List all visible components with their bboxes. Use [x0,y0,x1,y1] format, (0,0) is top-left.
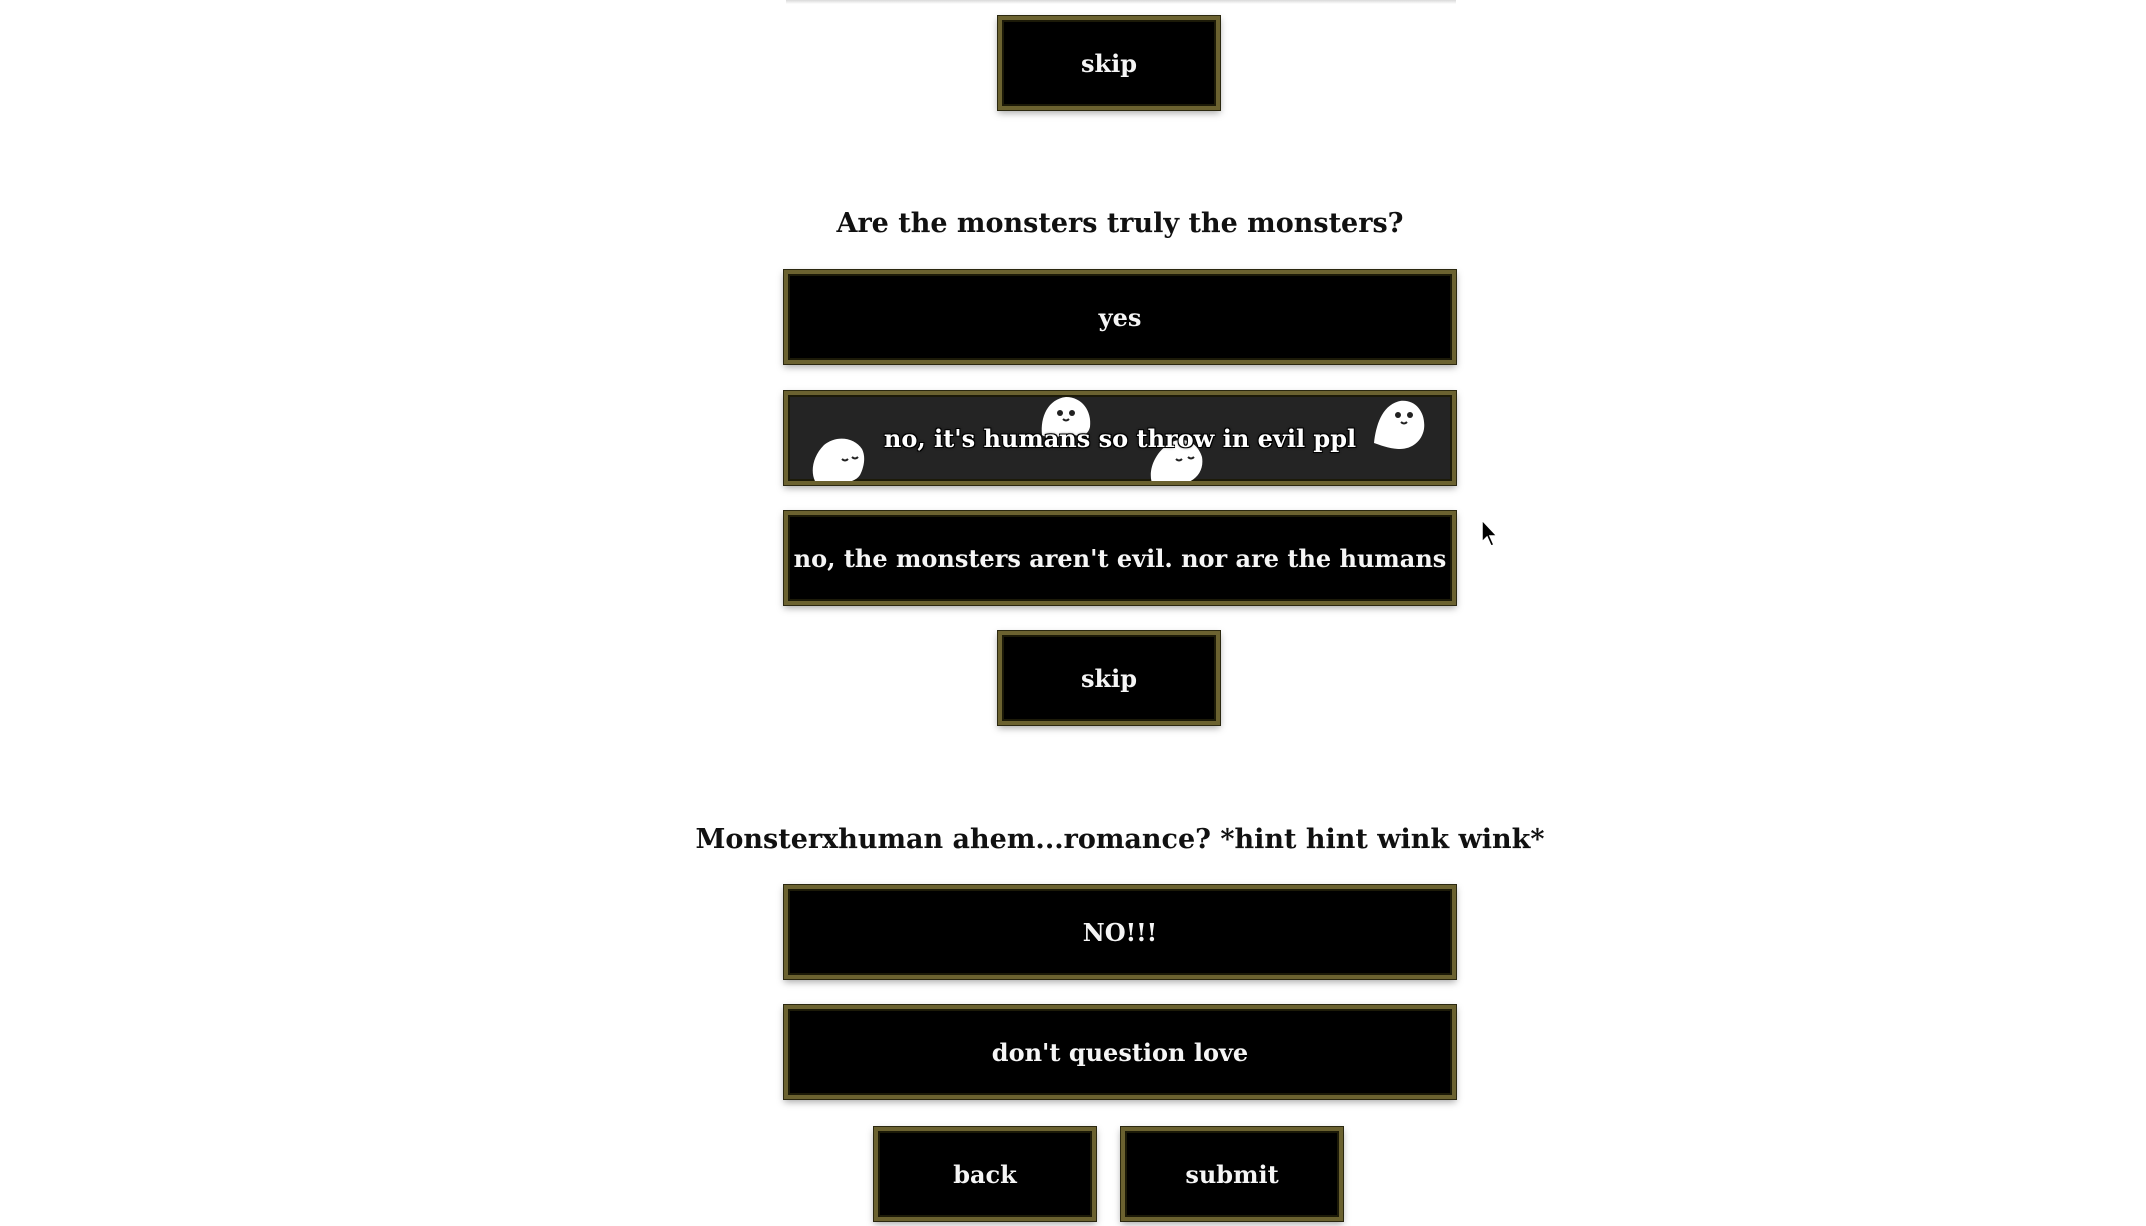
mouse-cursor-icon [1481,518,1499,547]
question-title: Monsterxhuman ahem...romance? *hint hint… [695,824,1545,855]
skip-button-label: skip [1080,663,1138,693]
option-not-evil[interactable]: no, the monsters aren't evil. nor are th… [783,510,1457,606]
ghost-icon [1374,400,1425,449]
option-dont-question-love[interactable]: don't question love [783,1004,1457,1100]
option-label: yes [1098,302,1142,332]
option-label: no, it's humans so throw in evil ppl [883,423,1357,453]
option-label: don't question love [991,1037,1249,1067]
back-button[interactable]: back [873,1126,1097,1222]
option-yes[interactable]: yes [783,269,1457,365]
option-no[interactable]: NO!!! [783,884,1457,980]
option-label: no, the monsters aren't evil. nor are th… [793,543,1447,573]
skip-button-label: skip [1080,48,1138,78]
back-button-label: back [953,1159,1017,1189]
skip-button[interactable]: skip [997,630,1221,726]
option-selected[interactable]: no, it's humans so throw in evil ppl [783,390,1457,486]
submit-button[interactable]: submit [1120,1126,1344,1222]
ghost-icon [812,438,865,481]
question-title: Are the monsters truly the monsters? [836,208,1404,239]
option-label: NO!!! [1082,917,1158,947]
submit-button-label: submit [1185,1159,1279,1189]
skip-button-previous[interactable]: skip [997,15,1221,111]
previous-option-edge [786,0,1456,4]
